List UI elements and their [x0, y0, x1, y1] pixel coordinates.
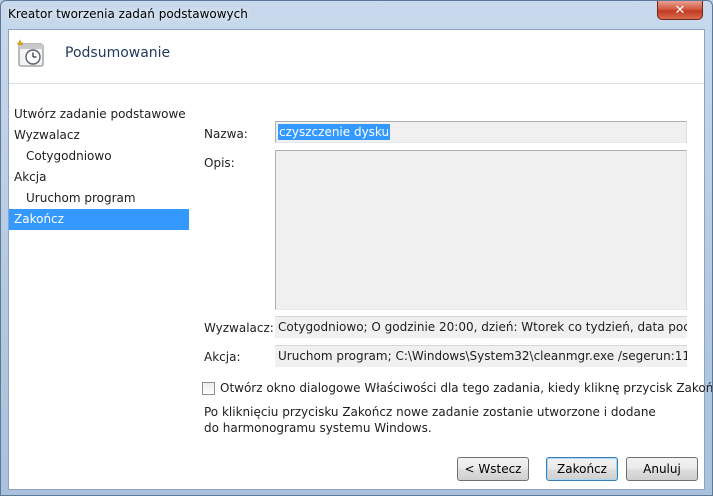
step-create-basic-task[interactable]: Utwórz zadanie podstawowe	[9, 104, 189, 125]
finish-button[interactable]: Zakończ	[546, 457, 618, 481]
step-start-program[interactable]: Uruchom program	[9, 188, 189, 209]
back-button[interactable]: < Wstecz	[457, 457, 529, 481]
action-summary: Uruchom program; C:\Windows\System32\cle…	[275, 345, 687, 367]
step-finish[interactable]: Zakończ	[9, 209, 189, 230]
close-button[interactable]: ✕	[657, 1, 703, 20]
trigger-summary: Cotygodniowo; O godzinie 20:00, dzień: W…	[275, 316, 687, 338]
name-input-value: czyszczenie dysku	[278, 124, 391, 140]
close-icon: ✕	[674, 2, 686, 18]
trigger-label: Wyzwalacz:	[204, 321, 274, 335]
name-label: Nazwa:	[204, 127, 248, 141]
step-weekly[interactable]: Cotygodniowo	[9, 146, 189, 167]
description-label: Opis:	[204, 156, 235, 170]
open-properties-label[interactable]: Otwórz okno dialogowe Właściwości dla te…	[220, 381, 712, 395]
cancel-button[interactable]: Anuluj	[626, 457, 698, 481]
title-bar[interactable]: Kreator tworzenia zadań podstawowych ✕	[1, 1, 712, 29]
name-input[interactable]: czyszczenie dysku	[275, 121, 687, 143]
wizard-content: Podsumowanie Utwórz zadanie podstawowe W…	[8, 29, 712, 490]
page-title: Podsumowanie	[65, 45, 171, 61]
wizard-header: Podsumowanie	[9, 30, 704, 84]
description-input[interactable]	[275, 150, 687, 310]
step-trigger[interactable]: Wyzwalacz	[9, 125, 189, 146]
step-action[interactable]: Akcja	[9, 167, 189, 188]
window-title: Kreator tworzenia zadań podstawowych	[8, 7, 248, 21]
wizard-steps: Utwórz zadanie podstawowe Wyzwalacz Coty…	[9, 104, 189, 230]
action-label: Akcja:	[204, 350, 241, 364]
open-properties-checkbox[interactable]	[202, 382, 215, 395]
task-clock-icon	[16, 39, 44, 67]
finish-note: Po kliknięciu przycisku Zakończ nowe zad…	[204, 405, 656, 435]
wizard-window: Kreator tworzenia zadań podstawowych ✕ P…	[0, 0, 713, 496]
